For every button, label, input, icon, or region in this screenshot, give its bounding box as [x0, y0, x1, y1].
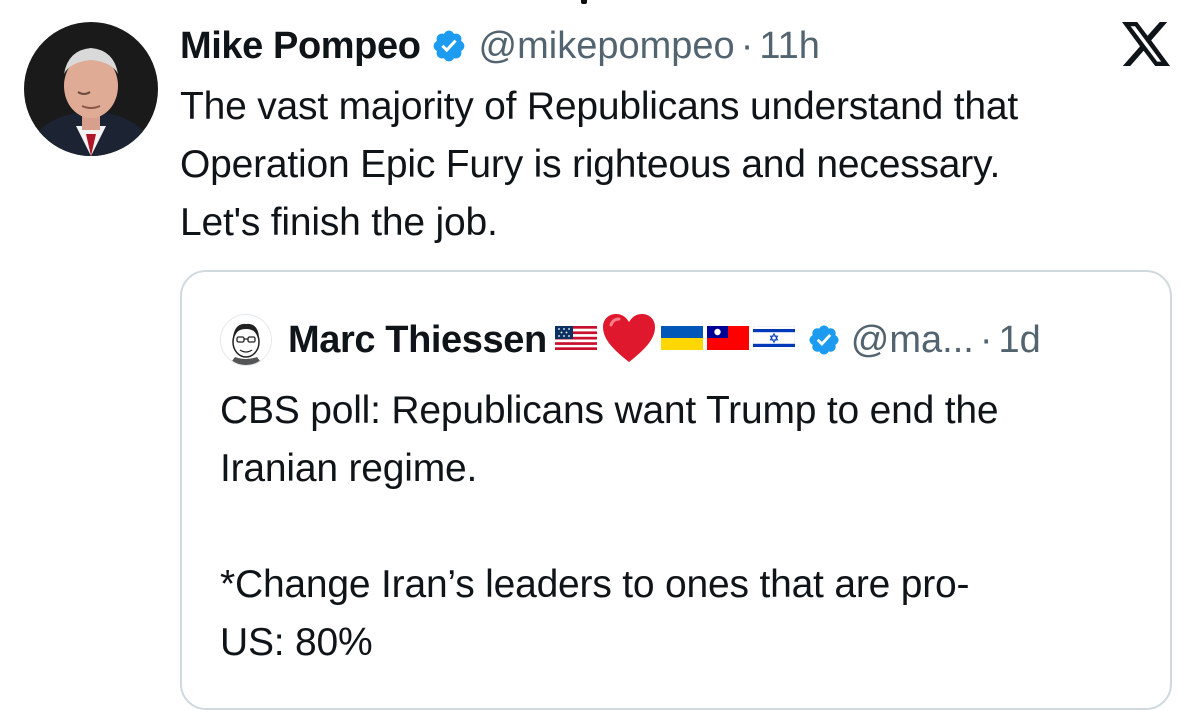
quoted-text-line: US: 80% — [220, 621, 373, 664]
x-logo-icon — [1122, 22, 1170, 66]
tweet-text-line: Operation Epic Fury is righteous and nec… — [180, 143, 1001, 186]
red-heart-icon — [601, 312, 657, 368]
avatar[interactable] — [24, 22, 158, 156]
quoted-text-line: *Change Iran’s leaders to ones that are … — [220, 563, 970, 606]
us-flag-icon — [554, 326, 597, 354]
quoted-author-handle[interactable]: @ma... — [851, 319, 974, 362]
tweet-text-line: Let's finish the job. — [180, 201, 498, 244]
tweet-text-line: The vast majority of Republicans underst… — [180, 85, 1019, 128]
author-handle[interactable]: @mikepompeo — [479, 25, 735, 68]
quoted-author-name[interactable]: Marc Thiessen — [288, 319, 547, 362]
verified-badge-icon — [431, 28, 467, 64]
quoted-verified-badge-icon — [807, 323, 841, 357]
ukraine-flag-icon — [660, 326, 703, 354]
author-name[interactable]: Mike Pompeo — [180, 25, 421, 68]
quoted-text-blank-line — [220, 498, 1140, 556]
quoted-separator-dot: · — [979, 318, 993, 361]
quoted-tweet-card[interactable]: Marc Thiessen @ma... · 1d CBS poll: Repu… — [180, 270, 1172, 710]
quoted-text-line: Iranian regime. — [220, 447, 478, 490]
tweet-header: Mike Pompeo @mikepompeo · 11h — [180, 18, 820, 74]
tweet-text: The vast majority of Republicans underst… — [180, 78, 1180, 252]
name-emoji-group — [554, 312, 799, 368]
taiwan-flag-icon — [706, 326, 749, 354]
quoted-text-line: CBS poll: Republicans want Trump to end … — [220, 389, 999, 432]
quoted-tweet-header: Marc Thiessen @ma... · 1d — [220, 312, 1041, 368]
quoted-avatar[interactable] — [220, 314, 272, 366]
cropped-glyph-fragment — [574, 0, 594, 4]
quoted-timestamp[interactable]: 1d — [999, 319, 1041, 362]
timestamp[interactable]: 11h — [759, 25, 820, 68]
quoted-tweet-text: CBS poll: Republicans want Trump to end … — [220, 382, 1140, 672]
israel-flag-icon — [752, 325, 796, 354]
separator-dot: · — [740, 24, 754, 67]
